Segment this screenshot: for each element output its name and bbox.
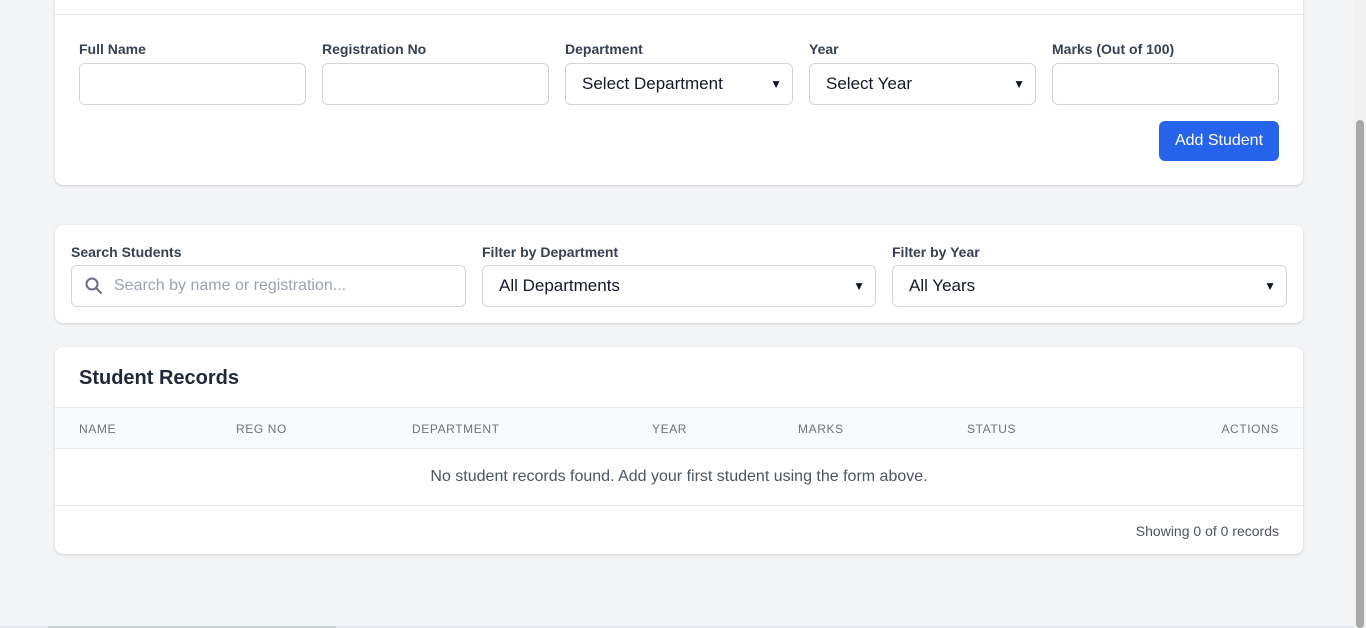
- department-label: Department: [565, 41, 643, 57]
- filter-year-label: Filter by Year: [892, 244, 980, 260]
- search-field: Search Students Search by name or regist…: [71, 243, 466, 307]
- filter-department-label: Filter by Department: [482, 244, 619, 260]
- records-summary: Showing 0 of 0 records: [1135, 523, 1279, 539]
- add-student-card: Full Name Registration No Department Sel…: [55, 0, 1303, 185]
- table-header: NAME REG NO DEPARTMENT YEAR MARKS STATUS…: [55, 407, 1303, 449]
- search-placeholder: Search by name or registration...: [114, 277, 347, 294]
- search-input[interactable]: Search by name or registration...: [71, 265, 466, 307]
- column-header-actions: ACTIONS: [1221, 422, 1279, 436]
- marks-field: Marks (Out of 100): [1052, 40, 1279, 105]
- page-scrollbar[interactable]: [1354, 0, 1366, 628]
- chevron-down-icon: ▼: [770, 77, 782, 91]
- department-select[interactable]: Select Department ▼: [565, 63, 793, 105]
- department-select-value: Select Department: [582, 74, 723, 93]
- filter-card: Search Students Search by name or regist…: [55, 225, 1303, 323]
- search-label: Search Students: [71, 244, 182, 260]
- records-title: Student Records: [79, 367, 240, 389]
- column-header-department: DEPARTMENT: [412, 422, 500, 436]
- filter-year-value: All Years: [909, 276, 976, 295]
- filter-department-value: All Departments: [499, 276, 620, 295]
- chevron-down-icon: ▼: [1013, 77, 1025, 91]
- marks-input[interactable]: [1052, 63, 1279, 105]
- registration-no-field: Registration No: [322, 40, 549, 105]
- full-name-input[interactable]: [79, 63, 306, 105]
- column-header-reg-no: REG NO: [236, 422, 287, 436]
- year-field: Year Select Year ▼: [809, 40, 1036, 105]
- full-name-field: Full Name: [79, 40, 306, 105]
- scrollbar-thumb[interactable]: [1356, 120, 1364, 628]
- column-header-status: STATUS: [967, 422, 1017, 436]
- column-header-marks: MARKS: [798, 422, 844, 436]
- year-select[interactable]: Select Year ▼: [809, 63, 1036, 105]
- add-student-button[interactable]: Add Student: [1159, 121, 1279, 161]
- department-field: Department Select Department ▼: [565, 40, 793, 105]
- filter-year-field: Filter by Year All Years ▼: [892, 243, 1287, 307]
- registration-no-input[interactable]: [322, 63, 549, 105]
- full-name-label: Full Name: [79, 41, 146, 57]
- filter-department-field: Filter by Department All Departments ▼: [482, 243, 876, 307]
- year-select-value: Select Year: [826, 74, 913, 93]
- marks-label: Marks (Out of 100): [1052, 41, 1175, 57]
- chevron-down-icon: ▼: [853, 279, 865, 293]
- column-header-name: NAME: [79, 422, 117, 436]
- student-records-card: Student Records NAME REG NO DEPARTMENT Y…: [55, 347, 1303, 554]
- card-divider: [55, 14, 1303, 15]
- search-icon: [85, 277, 102, 294]
- registration-no-label: Registration No: [322, 41, 427, 57]
- filter-department-select[interactable]: All Departments ▼: [482, 265, 876, 307]
- chevron-down-icon: ▼: [1264, 279, 1276, 293]
- column-header-year: YEAR: [652, 422, 688, 436]
- empty-state-message: No student records found. Add your first…: [55, 449, 1303, 506]
- filter-year-select[interactable]: All Years ▼: [892, 265, 1287, 307]
- year-label: Year: [809, 41, 839, 57]
